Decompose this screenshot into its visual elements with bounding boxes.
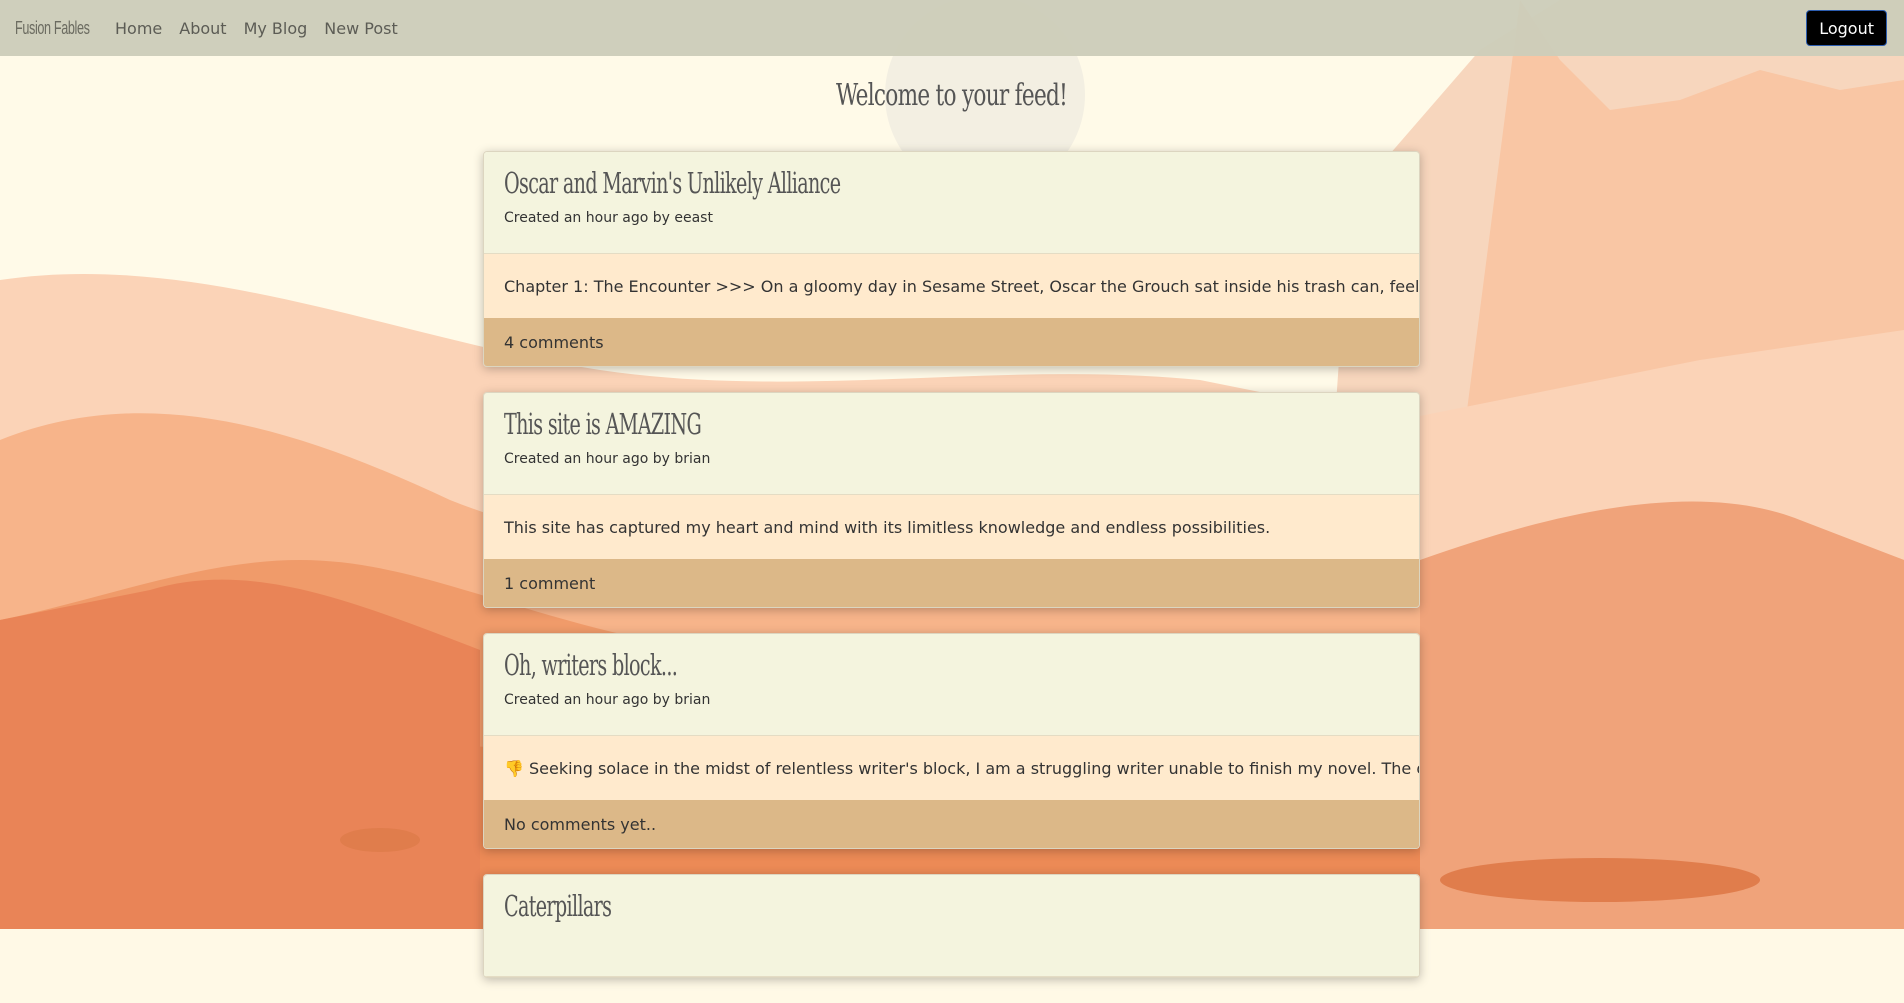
top-navbar: Fusion Fables Home About My Blog New Pos… — [0, 0, 1904, 56]
post-card: Caterpillars — [483, 874, 1420, 978]
post-card: This site is AMAZING Created an hour ago… — [483, 392, 1420, 608]
brand-logo[interactable]: Fusion Fables — [15, 18, 90, 39]
post-title-text[interactable]: Oh, writers block... — [504, 644, 678, 686]
post-card: Oh, writers block... Created an hour ago… — [483, 633, 1420, 849]
page-title: Welcome to your feed! — [0, 78, 1904, 113]
post-comments-link[interactable]: 4 comments — [484, 318, 1419, 366]
nav-link-new-post[interactable]: New Post — [324, 19, 397, 38]
post-title[interactable]: Caterpillars — [504, 885, 1399, 927]
post-title[interactable]: Oh, writers block... — [504, 644, 1399, 686]
post-card-header: This site is AMAZING Created an hour ago… — [484, 393, 1419, 495]
nav-link-about[interactable]: About — [179, 19, 226, 38]
post-meta: Created an hour ago by brian — [504, 692, 711, 708]
post-comments-link[interactable]: No comments yet.. — [484, 800, 1419, 848]
nav-link-home[interactable]: Home — [115, 19, 162, 38]
page-title-text: Welcome to your feed! — [836, 78, 1068, 113]
post-card-header: Oh, writers block... Created an hour ago… — [484, 634, 1419, 736]
post-title-text[interactable]: Oscar and Marvin's Unlikely Alliance — [504, 162, 841, 204]
post-card-header: Caterpillars — [484, 875, 1419, 977]
post-title[interactable]: This site is AMAZING — [504, 403, 1399, 445]
post-title[interactable]: Oscar and Marvin's Unlikely Alliance — [504, 162, 1399, 204]
post-meta: Created an hour ago by eeast — [504, 210, 713, 226]
post-excerpt[interactable]: Chapter 1: The Encounter >>> On a gloomy… — [484, 254, 1419, 318]
post-title-text[interactable]: Caterpillars — [504, 885, 612, 927]
post-meta: Created an hour ago by brian — [504, 451, 711, 467]
nav-link-my-blog[interactable]: My Blog — [244, 19, 308, 38]
logout-button[interactable]: Logout — [1806, 10, 1887, 46]
post-comments-link[interactable]: 1 comment — [484, 559, 1419, 607]
post-card: Oscar and Marvin's Unlikely Alliance Cre… — [483, 151, 1420, 367]
post-excerpt[interactable]: This site has captured my heart and mind… — [484, 495, 1419, 559]
post-card-header: Oscar and Marvin's Unlikely Alliance Cre… — [484, 152, 1419, 254]
post-title-text[interactable]: This site is AMAZING — [504, 403, 702, 445]
post-excerpt[interactable]: 👎 Seeking solace in the midst of relentl… — [484, 736, 1419, 800]
post-feed: Oscar and Marvin's Unlikely Alliance Cre… — [483, 151, 1420, 1003]
